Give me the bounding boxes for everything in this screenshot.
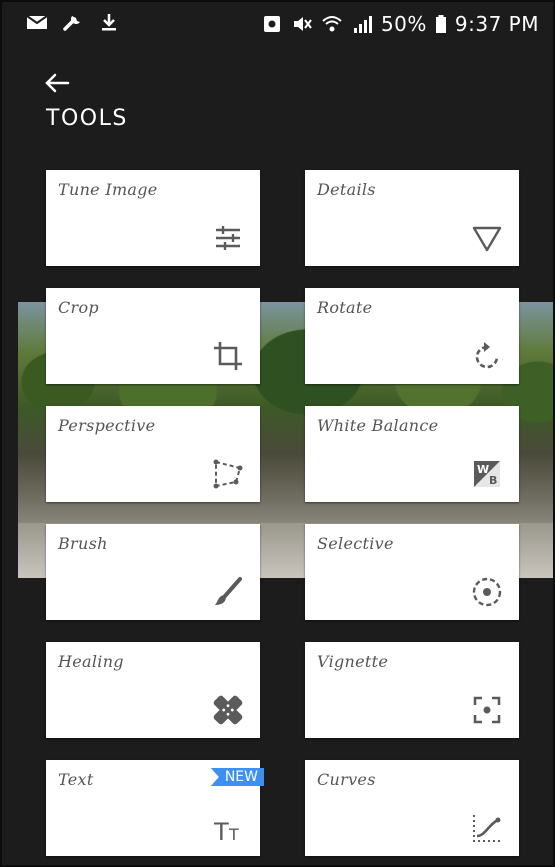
brush-icon xyxy=(215,577,242,605)
tool-label: Healing xyxy=(58,652,124,671)
tool-label: Perspective xyxy=(58,416,156,435)
tool-label: Details xyxy=(317,180,376,199)
tool-card-white-balance[interactable]: White Balance W B xyxy=(305,406,519,502)
tool-card-perspective[interactable]: Perspective xyxy=(46,406,260,502)
tool-card-details[interactable]: Details xyxy=(305,170,519,266)
bandage-icon xyxy=(213,695,243,725)
page-title: TOOLS xyxy=(46,106,128,131)
arrow-left-icon[interactable] xyxy=(40,66,74,100)
app-frame: 50% 9:37 PM TOOLS Tune Image Details Cro… xyxy=(0,0,555,867)
sliders-icon xyxy=(216,226,240,250)
tool-card-tune-image[interactable]: Tune Image xyxy=(46,170,260,266)
tool-label: White Balance xyxy=(317,416,439,435)
tool-card-text[interactable]: Text NEW T T xyxy=(46,760,264,856)
signal-icon xyxy=(353,16,372,33)
tool-label: Brush xyxy=(58,534,108,553)
text-size-icon: T T xyxy=(213,818,239,844)
tool-label: Crop xyxy=(58,298,99,317)
tool-card-rotate[interactable]: Rotate xyxy=(305,288,519,384)
mail-icon xyxy=(26,15,48,29)
tool-card-selective[interactable]: Selective xyxy=(305,524,519,620)
mute-icon xyxy=(293,17,312,31)
white-balance-b: B xyxy=(489,474,497,487)
tool-label: Vignette xyxy=(317,652,389,671)
battery-icon xyxy=(435,15,446,33)
tool-card-brush[interactable]: Brush xyxy=(46,524,260,620)
crop-icon xyxy=(214,342,242,370)
tool-label: Tune Image xyxy=(58,180,158,199)
tool-label: Curves xyxy=(317,770,376,789)
clock: 9:37 PM xyxy=(454,12,539,36)
triangle-down-icon xyxy=(472,226,502,252)
wrench-icon xyxy=(63,16,80,31)
tool-card-healing[interactable]: Healing xyxy=(46,642,260,738)
status-bar: 50% 9:37 PM xyxy=(2,2,553,46)
nfc-icon xyxy=(263,16,280,32)
tool-card-crop[interactable]: Crop xyxy=(46,288,260,384)
text-size-small-t: T xyxy=(228,825,239,844)
tool-label: Selective xyxy=(317,534,394,553)
white-balance-w: W xyxy=(477,463,489,476)
rotate-icon xyxy=(475,342,499,369)
download-icon xyxy=(102,14,116,31)
vignette-icon xyxy=(473,696,501,724)
wifi-icon xyxy=(322,16,342,32)
white-balance-icon: W B xyxy=(474,461,500,487)
tool-card-curves[interactable]: Curves xyxy=(305,760,519,856)
tool-card-vignette[interactable]: Vignette xyxy=(305,642,519,738)
curves-icon xyxy=(473,815,501,842)
tool-label: Text xyxy=(58,770,94,789)
new-badge: NEW xyxy=(210,768,264,786)
tool-label: Rotate xyxy=(317,298,373,317)
text-size-large-t: T xyxy=(213,818,229,844)
selective-icon xyxy=(472,577,502,607)
perspective-icon xyxy=(213,459,243,489)
battery-percent: 50% xyxy=(380,12,427,36)
